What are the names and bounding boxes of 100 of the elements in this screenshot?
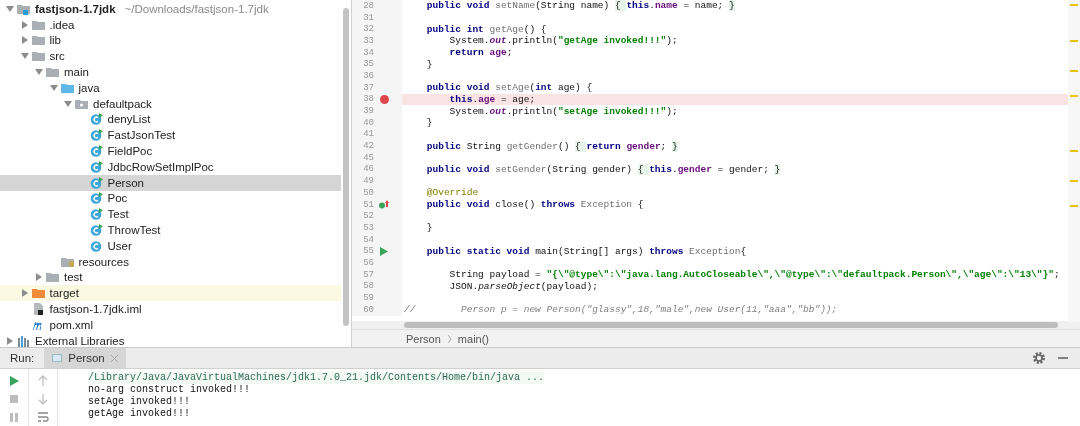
line-number: 54 [362, 234, 374, 245]
tree-item[interactable]: fastjson-1.7jdk.iml [0, 301, 341, 317]
scrollbar[interactable] [343, 8, 349, 326]
breakpoint-icon[interactable] [379, 94, 389, 104]
code-line: } [425, 58, 433, 70]
line-number: 46 [362, 164, 374, 175]
code-line: @Override [425, 187, 479, 199]
line-number: 41 [362, 129, 374, 140]
code-line: JSON.parseObject(payload); [448, 280, 598, 292]
line-number: 31 [362, 12, 374, 23]
module-folder-icon [17, 2, 30, 15]
code-line: public void setGender(String gender) { this.gender = gender; } [425, 163, 781, 175]
tree-item[interactable]: lib [0, 32, 341, 49]
line-number: 50 [362, 187, 374, 198]
console-output: setAge invoked!!! [88, 396, 192, 408]
tree-item[interactable]: Test [0, 206, 341, 223]
tree-item[interactable]: ThrowTest [0, 222, 341, 238]
line-number: 35 [362, 59, 374, 70]
tree-item[interactable]: main [0, 64, 341, 80]
project-path: ~/Downloads/fastjson-1.7jdk [124, 2, 269, 15]
down-arrow-icon[interactable] [37, 393, 49, 405]
code-line: public static void main(String[] args) throws Exception{ [425, 245, 747, 257]
code-line: } [425, 222, 433, 234]
run-icon[interactable] [8, 375, 20, 387]
code-line: public void setAge(int age) { [425, 82, 593, 94]
triangle-down-icon[interactable] [6, 4, 14, 13]
folder-icon [31, 50, 45, 63]
folder-icon [31, 287, 45, 300]
tree-item[interactable]: fastjson-1.7jdk ~/Downloads/fastjson-1.7jdk [0, 1, 341, 17]
line-number: 49 [362, 176, 374, 187]
code-line: // Person p = new Person("glassy",18,"male",new User(11,"aaa","bb")); [403, 304, 838, 316]
line-number: 55 [362, 246, 374, 257]
breadcrumb[interactable]: Person [406, 332, 441, 345]
line-number: 40 [362, 117, 374, 128]
file-icon [31, 303, 45, 316]
folder-icon [31, 18, 45, 31]
console-output: no-arg construct invoked!!! [88, 384, 252, 396]
line-number: 28 [362, 0, 374, 11]
code-line: public String getGender() { return gender; } [425, 140, 678, 152]
line-number: 37 [362, 82, 374, 93]
tree-item[interactable]: java [0, 80, 341, 96]
line-number: 45 [362, 152, 374, 163]
tree-item[interactable]: pom.xml [0, 316, 341, 333]
wrap-icon[interactable] [37, 411, 49, 423]
tree-item[interactable]: JdbcRowSetImplPoc [0, 158, 341, 175]
stop-icon[interactable] [8, 393, 20, 405]
line-number: 51 [362, 199, 374, 210]
up-arrow-icon[interactable] [37, 375, 49, 387]
tree-item[interactable]: External Libraries [0, 332, 341, 349]
tree-item[interactable]: target [0, 285, 341, 302]
scrollbar[interactable] [404, 322, 1058, 328]
pause-icon[interactable] [8, 411, 20, 423]
window-icon [52, 353, 63, 363]
tree-item[interactable]: User [0, 237, 341, 254]
code-line: public void setName(String name) { this.name = name; } [425, 0, 735, 12]
line-number: 38 [362, 94, 374, 105]
line-number: 39 [362, 106, 374, 117]
library-icon [17, 334, 30, 347]
override-icon[interactable] [379, 200, 389, 210]
tree-item[interactable]: .idea [0, 16, 341, 33]
line-number: 56 [362, 257, 374, 268]
tree-item[interactable]: FieldPoc [0, 143, 341, 159]
line-number: 36 [362, 70, 374, 81]
breadcrumb[interactable]: main() [457, 332, 490, 345]
line-number: 53 [362, 222, 374, 233]
tree-item[interactable]: resources [0, 253, 341, 270]
line-number: 52 [362, 211, 374, 222]
code-line: } [425, 117, 433, 129]
console-output: getAge invoked!!! [88, 408, 192, 420]
tree-item[interactable]: Person [0, 174, 341, 191]
line-number: 59 [362, 293, 374, 304]
line-number: 34 [362, 47, 374, 58]
code-line: this.age = age; [448, 93, 536, 105]
code-line: System.out.println("setAge invoked!!!"); [448, 105, 678, 117]
code-line: public int getAge() { [425, 23, 547, 35]
package-icon [75, 97, 88, 110]
tree-item[interactable]: Poc [0, 190, 341, 207]
tree-item[interactable]: defaultpack [0, 95, 341, 112]
tree-item[interactable]: FastJsonTest [0, 127, 341, 144]
code-line: String payload = "{\"@type\":\"java.lang.AutoCloseable\",\"@type\":\"defaultpack.Person\",\"age\":\"13\"}"; [448, 269, 1060, 281]
line-number: 32 [362, 24, 374, 35]
folder-icon [31, 34, 45, 47]
tree-item[interactable]: denyList [0, 111, 341, 128]
code-line: System.out.println("getAge invoked!!!"); [448, 35, 678, 47]
line-number: 60 [362, 304, 374, 315]
folder-icon [46, 66, 59, 79]
settings-icon[interactable] [1032, 351, 1046, 365]
code-line: return age; [448, 47, 513, 59]
code-line: public void close() throws Exception { [425, 199, 644, 211]
panel-label: Run: [10, 352, 35, 364]
run-tab[interactable]: Person [44, 348, 126, 368]
run-icon[interactable] [380, 246, 388, 256]
line-number: 58 [362, 281, 374, 292]
resources-folder-icon [60, 255, 74, 268]
folder-icon [60, 81, 74, 94]
tree-item[interactable]: test [0, 269, 341, 286]
line-number: 42 [362, 141, 374, 152]
tree-item[interactable]: src [0, 48, 341, 65]
line-number: 33 [362, 35, 374, 46]
triangle-right-icon[interactable] [6, 336, 14, 345]
